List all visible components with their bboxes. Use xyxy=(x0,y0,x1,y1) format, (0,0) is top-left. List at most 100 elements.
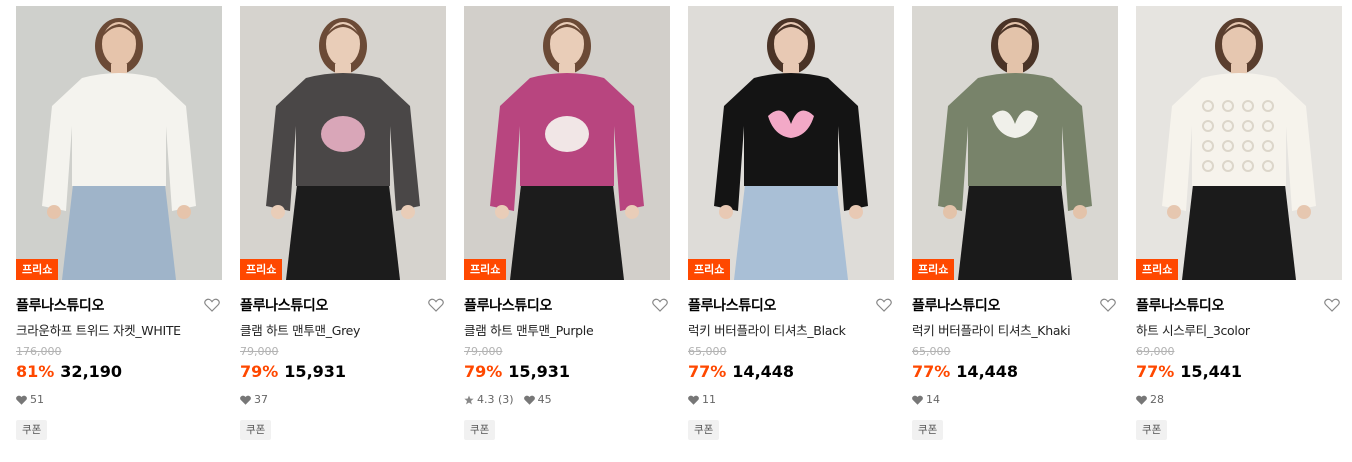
heart-icon xyxy=(523,395,535,405)
like-count-text: 51 xyxy=(30,393,44,406)
product-stats: 51 xyxy=(16,393,44,406)
heart-icon xyxy=(16,395,27,405)
product-image[interactable]: 프리쇼 xyxy=(16,6,222,280)
discount-rate: 77% xyxy=(1136,362,1175,381)
product-stats: 14 xyxy=(912,393,940,406)
product-image[interactable]: 프리쇼 xyxy=(464,6,670,280)
original-price: 69,000 xyxy=(1136,345,1175,358)
model-face xyxy=(326,22,360,66)
brand-name[interactable]: 플루나스튜디오 xyxy=(1136,295,1224,315)
product-stats: 28 xyxy=(1136,393,1164,406)
model-hand xyxy=(719,205,733,219)
original-price: 79,000 xyxy=(240,345,279,358)
brand-name[interactable]: 플루나스튜디오 xyxy=(240,295,328,315)
price-line: 77% 14,448 xyxy=(912,362,1018,381)
like-count: 11 xyxy=(688,393,716,406)
model-face xyxy=(998,22,1032,66)
sale-price: 14,448 xyxy=(732,362,795,381)
like-count: 14 xyxy=(912,393,940,406)
model-hand xyxy=(177,205,191,219)
preshow-badge: 프리쇼 xyxy=(688,259,731,280)
product-card[interactable]: 프리쇼 플루나스튜디오 클램 하트 맨투맨_Purple 79,000 79% 1… xyxy=(464,6,670,456)
model-hand xyxy=(849,205,863,219)
product-stats: 4.3 (3) 45 xyxy=(464,393,552,406)
heart-icon xyxy=(876,298,892,312)
like-count-text: 45 xyxy=(537,393,552,406)
discount-rate: 79% xyxy=(240,362,279,381)
model-hand xyxy=(1297,205,1311,219)
brand-name[interactable]: 플루나스튜디오 xyxy=(688,295,776,315)
sale-price: 32,190 xyxy=(60,362,123,381)
sale-price: 15,931 xyxy=(508,362,571,381)
product-image[interactable]: 프리쇼 xyxy=(912,6,1118,280)
product-card[interactable]: 프리쇼 플루나스튜디오 하트 시스루티_3color 69,000 77% 15,… xyxy=(1136,6,1342,456)
coupon-badge: 쿠폰 xyxy=(240,420,272,440)
preshow-badge: 프리쇼 xyxy=(912,259,955,280)
print-graphic xyxy=(545,116,589,152)
model-hand xyxy=(1167,205,1181,219)
model-hand xyxy=(625,205,639,219)
product-name[interactable]: 클램 하트 맨투맨_Purple xyxy=(464,320,594,339)
like-count: 45 xyxy=(523,393,552,406)
wishlist-button[interactable] xyxy=(876,297,892,312)
product-stats: 11 xyxy=(688,393,716,406)
sale-price: 14,448 xyxy=(956,362,1019,381)
original-price: 79,000 xyxy=(464,345,503,358)
wishlist-button[interactable] xyxy=(204,297,220,312)
model-face xyxy=(774,22,808,66)
product-name[interactable]: 클램 하트 맨투맨_Grey xyxy=(240,320,360,339)
product-card[interactable]: 프리쇼 플루나스튜디오 럭키 버터플라이 티셔츠_Black 65,000 77… xyxy=(688,6,894,456)
model-face xyxy=(102,22,136,66)
heart-icon xyxy=(204,298,220,312)
product-image[interactable]: 프리쇼 xyxy=(1136,6,1342,280)
product-card[interactable]: 프리쇼 플루나스튜디오 크라운하프 트위드 자켓_WHITE 176,000 8… xyxy=(16,6,222,456)
model-hand xyxy=(401,205,415,219)
model-hand xyxy=(943,205,957,219)
model-hand xyxy=(495,205,509,219)
model-bottom xyxy=(62,176,176,280)
rating-text: 4.3 (3) xyxy=(477,393,514,406)
like-count-text: 28 xyxy=(1150,393,1164,406)
heart-icon xyxy=(652,298,668,312)
product-name[interactable]: 크라운하프 트위드 자켓_WHITE xyxy=(16,320,181,339)
product-card[interactable]: 프리쇼 플루나스튜디오 클램 하트 맨투맨_Grey 79,000 79% 15,… xyxy=(240,6,446,456)
brand-name[interactable]: 플루나스튜디오 xyxy=(464,295,552,315)
product-stats: 37 xyxy=(240,393,268,406)
heart-icon xyxy=(688,395,699,405)
wishlist-button[interactable] xyxy=(428,297,444,312)
original-price: 65,000 xyxy=(912,345,951,358)
brand-name[interactable]: 플루나스튜디오 xyxy=(16,295,104,315)
price-line: 77% 14,448 xyxy=(688,362,794,381)
product-name[interactable]: 럭키 버터플라이 티셔츠_Black xyxy=(688,320,846,339)
model-hand xyxy=(1073,205,1087,219)
wishlist-button[interactable] xyxy=(1100,297,1116,312)
price-line: 79% 15,931 xyxy=(240,362,346,381)
product-card[interactable]: 프리쇼 플루나스튜디오 럭키 버터플라이 티셔츠_Khaki 65,000 77… xyxy=(912,6,1118,456)
print-graphic xyxy=(321,116,365,152)
model-bottom xyxy=(1182,176,1296,280)
preshow-badge: 프리쇼 xyxy=(240,259,283,280)
product-image[interactable]: 프리쇼 xyxy=(688,6,894,280)
product-name[interactable]: 럭키 버터플라이 티셔츠_Khaki xyxy=(912,320,1071,339)
brand-name[interactable]: 플루나스튜디오 xyxy=(912,295,1000,315)
model-bottom xyxy=(734,176,848,280)
price-line: 81% 32,190 xyxy=(16,362,122,381)
discount-rate: 77% xyxy=(688,362,727,381)
heart-icon xyxy=(240,395,251,405)
price-line: 79% 15,931 xyxy=(464,362,570,381)
wishlist-button[interactable] xyxy=(1324,297,1340,312)
coupon-badge: 쿠폰 xyxy=(912,420,944,440)
sale-price: 15,931 xyxy=(284,362,347,381)
wishlist-button[interactable] xyxy=(652,297,668,312)
like-count: 37 xyxy=(240,393,268,406)
discount-rate: 81% xyxy=(16,362,55,381)
product-name[interactable]: 하트 시스루티_3color xyxy=(1136,320,1250,339)
model-bottom xyxy=(286,176,400,280)
model-hand xyxy=(47,205,61,219)
product-image[interactable]: 프리쇼 xyxy=(240,6,446,280)
rating: 4.3 (3) xyxy=(464,393,514,406)
coupon-badge: 쿠폰 xyxy=(688,420,720,440)
heart-icon xyxy=(1100,298,1116,312)
model-face xyxy=(550,22,584,66)
original-price: 65,000 xyxy=(688,345,727,358)
